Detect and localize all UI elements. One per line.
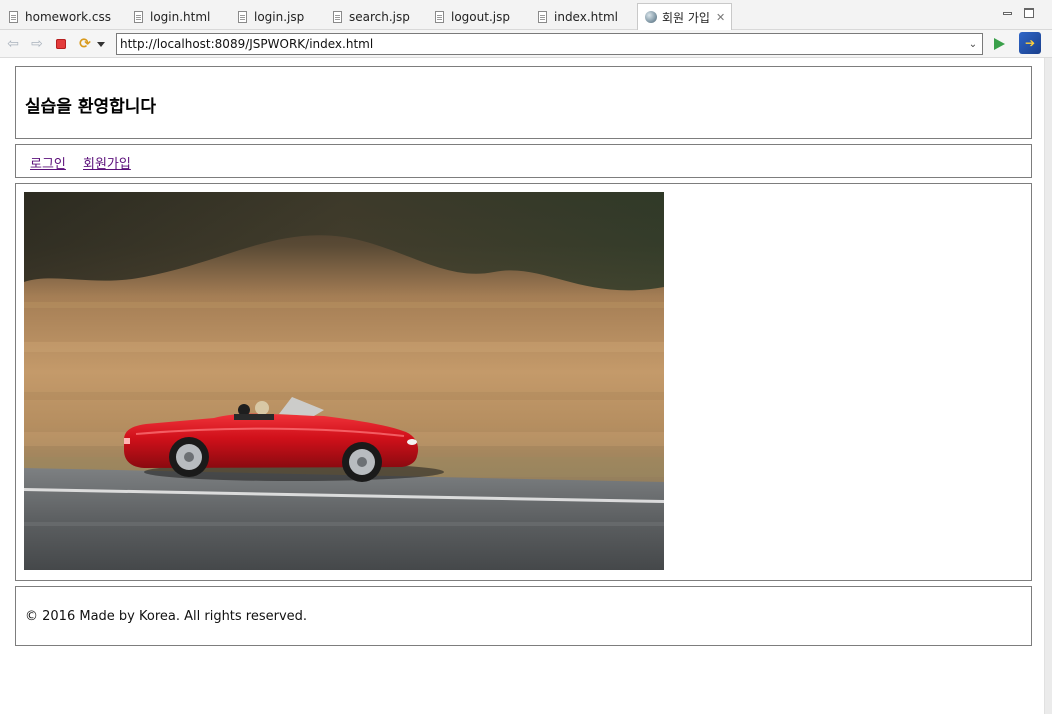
refresh-icon: ⟳: [79, 36, 91, 52]
stop-button[interactable]: [53, 36, 69, 52]
editor-tab-bar: homework.css login.html login.jsp search…: [0, 0, 1052, 30]
minimize-button[interactable]: [1001, 7, 1013, 19]
url-history-button[interactable]: ⌄: [967, 37, 979, 51]
stop-icon: [56, 39, 66, 49]
file-icon: [538, 10, 547, 23]
arrow-left-icon: ⇦: [7, 36, 19, 52]
tab-homework-css[interactable]: homework.css: [2, 4, 117, 29]
arrow-right-icon: ⇨: [31, 36, 43, 52]
file-icon: [238, 10, 247, 23]
car-photo: [24, 192, 664, 570]
file-icon: [134, 10, 143, 23]
browser-toolbar: ⇦ ⇨ ⟳ ⌄ ➔: [0, 30, 1052, 58]
refresh-button[interactable]: ⟳: [77, 36, 93, 52]
maximize-icon: [1024, 8, 1034, 18]
page-header: 실습을 환영합니다: [15, 66, 1032, 139]
file-icon: [9, 10, 18, 23]
close-icon[interactable]: ✕: [716, 12, 725, 23]
chevron-down-icon: ⌄: [968, 38, 978, 50]
globe-icon: [645, 11, 657, 23]
tab-logout-jsp[interactable]: logout.jsp: [428, 4, 516, 29]
eclipse-icon: ➔: [1024, 36, 1036, 50]
page-content: [15, 183, 1032, 581]
forward-button[interactable]: ⇨: [29, 36, 45, 52]
refresh-menu-button[interactable]: [95, 36, 107, 52]
external-browser-button[interactable]: ➔: [1019, 32, 1041, 54]
page-footer: © 2016 Made by Korea. All rights reserve…: [15, 586, 1032, 646]
page-nav: 로그인 회원가입: [15, 144, 1032, 178]
minimize-icon: [1002, 11, 1012, 15]
tab-label: search.jsp: [349, 9, 410, 24]
file-icon: [435, 10, 444, 23]
tab-login-jsp[interactable]: login.jsp: [231, 4, 310, 29]
page-title: 실습을 환영합니다: [25, 97, 157, 117]
tab-label: logout.jsp: [451, 9, 510, 24]
go-button[interactable]: [991, 36, 1007, 52]
login-link[interactable]: 로그인: [30, 153, 66, 172]
tab-label: 회원 가입: [662, 10, 710, 25]
maximize-button[interactable]: [1023, 7, 1035, 19]
tab-signup-browser[interactable]: 회원 가입 ✕: [637, 3, 733, 30]
chevron-down-icon: [97, 41, 105, 47]
tab-index-html[interactable]: index.html: [531, 4, 624, 29]
tab-label: login.html: [150, 9, 211, 24]
url-input[interactable]: [117, 34, 962, 54]
tab-search-jsp[interactable]: search.jsp: [326, 4, 416, 29]
vertical-scrollbar[interactable]: [1044, 58, 1052, 714]
file-icon: [333, 10, 342, 23]
url-bar: ⌄: [116, 33, 983, 55]
tab-label: index.html: [554, 9, 618, 24]
tab-login-html[interactable]: login.html: [127, 4, 216, 29]
tab-label: homework.css: [25, 9, 111, 24]
signup-link[interactable]: 회원가입: [83, 153, 131, 172]
play-icon: [993, 38, 1005, 50]
tab-label: login.jsp: [254, 9, 305, 24]
copyright-text: © 2016 Made by Korea. All rights reserve…: [25, 609, 308, 624]
page-viewport: 실습을 환영합니다 로그인 회원가입 © 2016 Made by Korea.…: [1, 58, 1044, 714]
browser-window: homework.css login.html login.jsp search…: [0, 0, 1052, 714]
back-button[interactable]: ⇦: [5, 36, 21, 52]
